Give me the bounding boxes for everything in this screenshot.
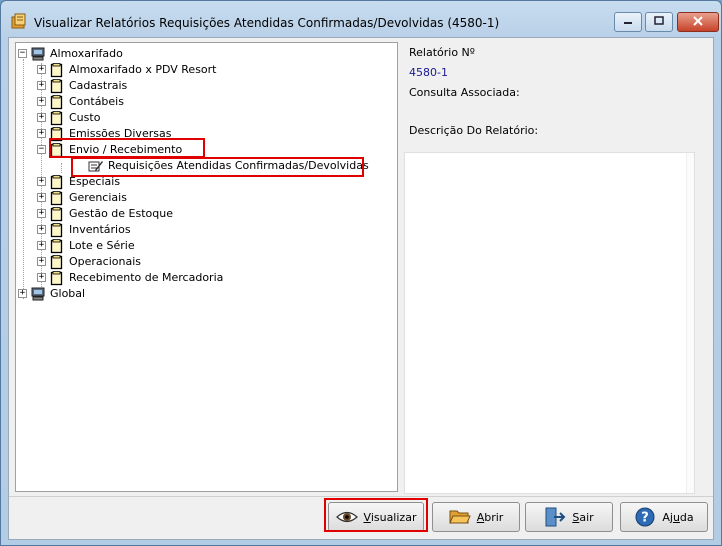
expand-icon[interactable]: + (37, 177, 46, 186)
window-title: Visualizar Relatórios Requisições Atendi… (34, 16, 500, 30)
expand-icon[interactable]: + (37, 97, 46, 106)
tree-node-label: Lote e Série (69, 239, 135, 252)
title-bar[interactable]: Visualizar Relatórios Requisições Atendi… (1, 1, 721, 39)
report-book-icon (50, 254, 63, 270)
tree-node-label: Recebimento de Mercadoria (69, 271, 224, 284)
tree-node-almoxarifado[interactable]: − Almoxarifado (18, 46, 125, 62)
expand-icon[interactable]: + (37, 81, 46, 90)
collapse-icon[interactable]: − (37, 145, 46, 154)
tree-node-label: Custo (69, 111, 101, 124)
report-book-icon (50, 206, 63, 222)
report-book-icon (50, 238, 63, 254)
tree-node-global[interactable]: + Global (18, 286, 87, 302)
report-book-icon (50, 78, 63, 94)
scrollbar[interactable] (686, 153, 694, 493)
report-book-icon (50, 174, 63, 190)
tree-node-category[interactable]: + Cadastrais (37, 78, 129, 94)
tree-node-label: Almoxarifado x PDV Resort (69, 63, 217, 76)
expand-icon[interactable]: + (37, 257, 46, 266)
consulta-label: Consulta Associada: (409, 86, 520, 99)
tree-node-label: Contábeis (69, 95, 124, 108)
tree-node-label: Gerenciais (69, 191, 127, 204)
highlight-envio-recebimento (49, 138, 205, 158)
button-bar: Visualizar Abrir Sair ? Ajuda (9, 496, 713, 540)
tree-node-category[interactable]: + Operacionais (37, 254, 143, 270)
tree-line (61, 163, 62, 173)
expand-icon[interactable]: + (37, 225, 46, 234)
expand-icon[interactable]: + (37, 65, 46, 74)
exit-door-icon (544, 507, 566, 527)
report-viewer-window: Visualizar Relatórios Requisições Atendi… (0, 0, 722, 546)
report-book-icon (50, 110, 63, 126)
expand-icon[interactable]: + (37, 129, 46, 138)
expand-icon[interactable]: + (37, 273, 46, 282)
tree-node-label: Gestão de Estoque (69, 207, 173, 220)
report-book-icon (50, 94, 63, 110)
close-button[interactable] (677, 12, 719, 32)
collapse-icon[interactable]: − (18, 49, 27, 58)
report-book-icon (50, 190, 63, 206)
tree-node-category[interactable]: + Gestão de Estoque (37, 206, 175, 222)
maximize-icon (653, 15, 665, 29)
tree-node-category[interactable]: + Lote e Série (37, 238, 137, 254)
close-icon (692, 15, 704, 29)
expand-icon[interactable]: + (37, 209, 46, 218)
tree-node-category[interactable]: + Custo (37, 110, 102, 126)
relatorio-label: Relatório Nº (409, 46, 475, 59)
relatorio-value: 4580-1 (409, 66, 448, 79)
sair-label: Sair (572, 510, 594, 524)
tree-node-category[interactable]: + Recebimento de Mercadoria (37, 270, 225, 286)
expand-icon[interactable]: + (37, 193, 46, 202)
tree-node-category[interactable]: + Contábeis (37, 94, 126, 110)
folder-open-icon (448, 507, 471, 527)
folder-report-icon (11, 13, 27, 29)
computer-icon (31, 47, 45, 62)
report-book-icon (50, 62, 63, 78)
tree-node-label: Inventários (69, 223, 131, 236)
abrir-label: Abrir (476, 510, 504, 524)
abrir-button[interactable]: Abrir (432, 502, 520, 532)
ajuda-label: Ajuda (662, 510, 694, 524)
tree-node-label: Operacionais (69, 255, 142, 268)
expand-icon[interactable]: + (37, 113, 46, 122)
ajuda-button[interactable]: ? Ajuda (620, 502, 708, 532)
computer-icon (31, 287, 45, 302)
descricao-label: Descrição Do Relatório: (409, 124, 539, 137)
sair-button[interactable]: Sair (525, 502, 613, 532)
minimize-icon (622, 16, 634, 29)
minimize-button[interactable] (614, 12, 642, 32)
tree-node-category[interactable]: + Almoxarifado x PDV Resort (37, 62, 219, 78)
client-area: − Almoxarifado + Almoxarifado x PDV Resor… (8, 37, 714, 540)
report-tree[interactable]: − Almoxarifado + Almoxarifado x PDV Resor… (15, 42, 398, 492)
tree-line (23, 59, 24, 299)
help-icon: ? (634, 507, 656, 527)
description-textarea[interactable] (404, 152, 695, 494)
svg-text:?: ? (642, 511, 650, 526)
highlight-requisicoes (71, 157, 364, 177)
expand-icon[interactable]: + (37, 241, 46, 250)
tree-node-label: Especiais (69, 175, 121, 188)
report-book-icon (50, 222, 63, 238)
tree-node-category[interactable]: + Gerenciais (37, 190, 129, 206)
highlight-visualizar (324, 498, 428, 532)
report-book-icon (50, 270, 63, 286)
report-info-panel: Relatório Nº 4580-1 Consulta Associada: … (404, 42, 695, 494)
maximize-button[interactable] (645, 12, 673, 32)
tree-node-category[interactable]: + Inventários (37, 222, 133, 238)
tree-node-label: Almoxarifado (50, 47, 123, 60)
tree-node-label: Global (50, 287, 86, 300)
expand-icon[interactable]: + (18, 289, 27, 298)
tree-node-label: Cadastrais (69, 79, 128, 92)
